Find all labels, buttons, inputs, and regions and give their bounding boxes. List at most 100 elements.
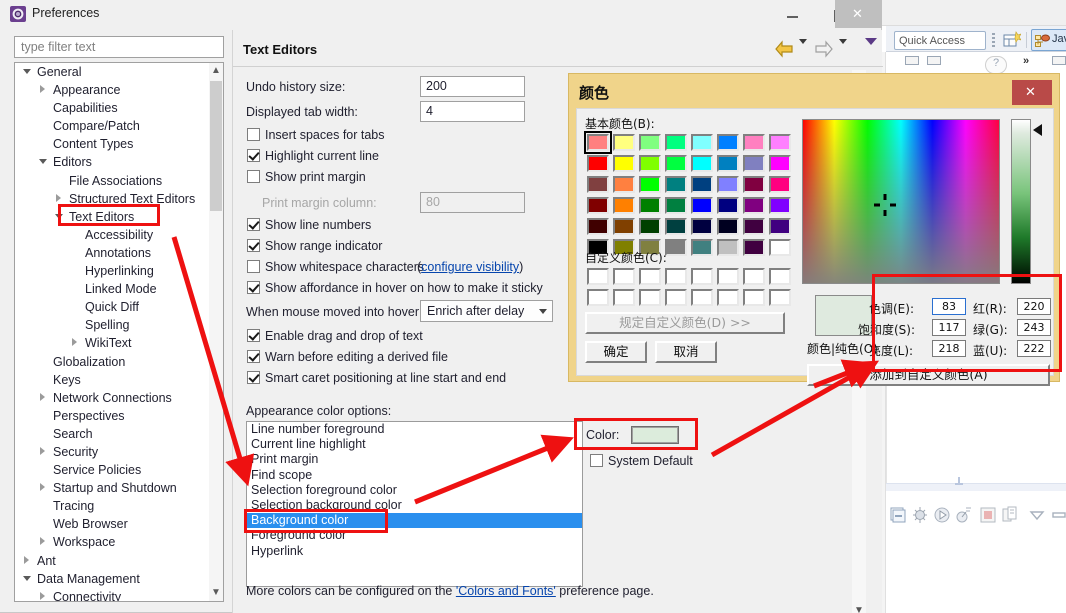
twisty-collapsed-icon[interactable] — [39, 85, 48, 94]
checkbox-enable-drag-and-drop[interactable] — [247, 329, 260, 342]
tree-item-keys[interactable]: Keys — [15, 371, 211, 389]
twisty-collapsed-icon[interactable] — [39, 392, 48, 402]
basic-color-swatch[interactable] — [587, 218, 609, 235]
basic-color-swatch[interactable] — [613, 176, 635, 193]
tree-item-tracing[interactable]: Tracing — [15, 497, 211, 515]
basic-color-swatch[interactable] — [743, 218, 765, 235]
copy-icon[interactable] — [1001, 506, 1019, 524]
basic-color-swatch[interactable] — [717, 176, 739, 193]
list-item[interactable]: Hyperlink — [247, 544, 582, 559]
luminance-slider-thumb[interactable] — [1033, 124, 1042, 136]
twisty-expanded-icon[interactable] — [23, 67, 32, 76]
basic-color-swatch[interactable] — [743, 197, 765, 214]
list-item[interactable]: Line number foreground — [247, 422, 582, 437]
tree-item-data-management[interactable]: Data Management — [15, 570, 211, 588]
basic-color-swatch[interactable] — [665, 239, 687, 256]
custom-color-swatch[interactable] — [665, 289, 687, 306]
basic-color-swatch[interactable] — [769, 239, 791, 256]
checkbox-system-default[interactable] — [590, 454, 603, 467]
basic-color-swatch[interactable] — [639, 176, 661, 193]
basic-color-swatch[interactable] — [587, 176, 609, 193]
custom-color-swatch[interactable] — [613, 289, 635, 306]
configure-visibility-link[interactable]: configure visibility — [421, 260, 519, 274]
checkbox-insert-spaces-for-tabs[interactable] — [247, 128, 260, 141]
checkbox-show-whitespace-characters[interactable] — [247, 260, 260, 273]
basic-color-swatch[interactable] — [769, 134, 791, 151]
cancel-button[interactable]: 取消 — [655, 341, 717, 363]
basic-color-swatch[interactable] — [717, 134, 739, 151]
tree-item-capabilities[interactable]: Capabilities — [15, 99, 211, 117]
displayed-tab-width-input[interactable]: 4 — [420, 101, 525, 122]
twisty-expanded-icon[interactable] — [23, 574, 32, 583]
basic-color-swatch[interactable] — [769, 197, 791, 214]
terminate-icon[interactable] — [979, 506, 997, 524]
perspective-tab-java[interactable]: Jav — [1031, 29, 1066, 51]
view-menu-icon[interactable] — [1028, 506, 1046, 524]
toolbar-grip-handle[interactable] — [992, 31, 997, 49]
list-item[interactable]: Current line highlight — [247, 437, 582, 452]
ok-button[interactable]: 确定 — [585, 341, 647, 363]
tree-item-search[interactable]: Search — [15, 425, 211, 443]
custom-color-swatch[interactable] — [743, 268, 765, 285]
tree-item-ant[interactable]: Ant — [15, 552, 211, 570]
tree-item-connectivity[interactable]: Connectivity — [15, 588, 211, 601]
tree-item-linked-mode[interactable]: Linked Mode — [15, 280, 211, 298]
basic-color-swatch[interactable] — [639, 155, 661, 172]
basic-color-swatch[interactable] — [691, 176, 713, 193]
twisty-collapsed-icon[interactable] — [39, 591, 48, 601]
tree-item-startup-and-shutdown[interactable]: Startup and Shutdown — [15, 479, 211, 497]
checkbox-show-affordance-hover-sticky[interactable] — [247, 281, 260, 294]
custom-color-swatch[interactable] — [691, 289, 713, 306]
forward-dropdown-caret-icon[interactable] — [839, 39, 847, 44]
basic-color-swatch[interactable] — [639, 197, 661, 214]
tree-scrollbar[interactable]: ▲ ▼ — [209, 63, 223, 601]
basic-color-swatch[interactable] — [743, 239, 765, 256]
color-dialog-close-button[interactable] — [1012, 80, 1052, 105]
twisty-collapsed-icon[interactable] — [71, 338, 80, 347]
basic-color-swatch[interactable] — [691, 155, 713, 172]
tree-item-file-associations[interactable]: File Associations — [15, 172, 211, 190]
custom-color-swatch[interactable] — [743, 289, 765, 306]
tree-item-appearance[interactable]: Appearance — [15, 81, 211, 99]
basic-color-swatch[interactable] — [769, 155, 791, 172]
tree-item-spelling[interactable]: Spelling — [15, 316, 211, 334]
basic-color-swatch[interactable] — [717, 155, 739, 172]
filter-input[interactable]: type filter text — [14, 36, 224, 58]
forward-arrow-icon[interactable] — [813, 40, 835, 62]
tree-item-service-policies[interactable]: Service Policies — [15, 461, 211, 479]
list-item[interactable]: Print margin — [247, 452, 582, 467]
pane-menu-caret-icon[interactable] — [865, 38, 877, 45]
basic-color-swatch[interactable] — [584, 131, 612, 154]
basic-color-swatch[interactable] — [665, 218, 687, 235]
tree-item-content-types[interactable]: Content Types — [15, 135, 211, 153]
editor-tab-stub-1[interactable] — [905, 56, 919, 65]
twisty-collapsed-icon[interactable] — [55, 193, 64, 203]
luminance-slider[interactable] — [1011, 119, 1031, 284]
basic-color-swatch[interactable] — [717, 197, 739, 214]
undo-history-size-input[interactable]: 200 — [420, 76, 525, 97]
basic-color-swatch[interactable] — [665, 197, 687, 214]
tree-item-perspectives[interactable]: Perspectives — [15, 407, 211, 425]
basic-color-swatch[interactable] — [613, 218, 635, 235]
checkbox-show-line-numbers[interactable] — [247, 218, 260, 231]
basic-color-swatch[interactable] — [691, 218, 713, 235]
back-arrow-icon[interactable] — [773, 40, 795, 62]
basic-color-swatch[interactable] — [743, 176, 765, 193]
custom-color-swatch[interactable] — [587, 289, 609, 306]
checkbox-smart-caret-positioning[interactable] — [247, 371, 260, 384]
tree-item-web-browser[interactable]: Web Browser — [15, 515, 211, 533]
editor-tab-stub-2[interactable] — [927, 56, 941, 65]
debug-icon[interactable] — [911, 506, 929, 524]
basic-color-swatch[interactable] — [613, 134, 635, 151]
basic-color-swatch[interactable] — [613, 155, 635, 172]
basic-color-swatch[interactable] — [665, 176, 687, 193]
twisty-collapsed-icon[interactable] — [39, 537, 48, 546]
twisty-collapsed-icon[interactable] — [23, 555, 32, 565]
new-perspective-icon[interactable] — [1003, 31, 1022, 49]
colors-and-fonts-link[interactable]: 'Colors and Fonts' — [456, 584, 556, 598]
tree-item-network-connections[interactable]: Network Connections — [15, 389, 211, 407]
hover-mode-select[interactable]: Enrich after delay — [420, 300, 553, 322]
tree-scroll-down-icon[interactable]: ▼ — [209, 585, 223, 601]
checkbox-warn-before-editing-derived[interactable] — [247, 350, 260, 363]
checkbox-show-range-indicator[interactable] — [247, 239, 260, 252]
